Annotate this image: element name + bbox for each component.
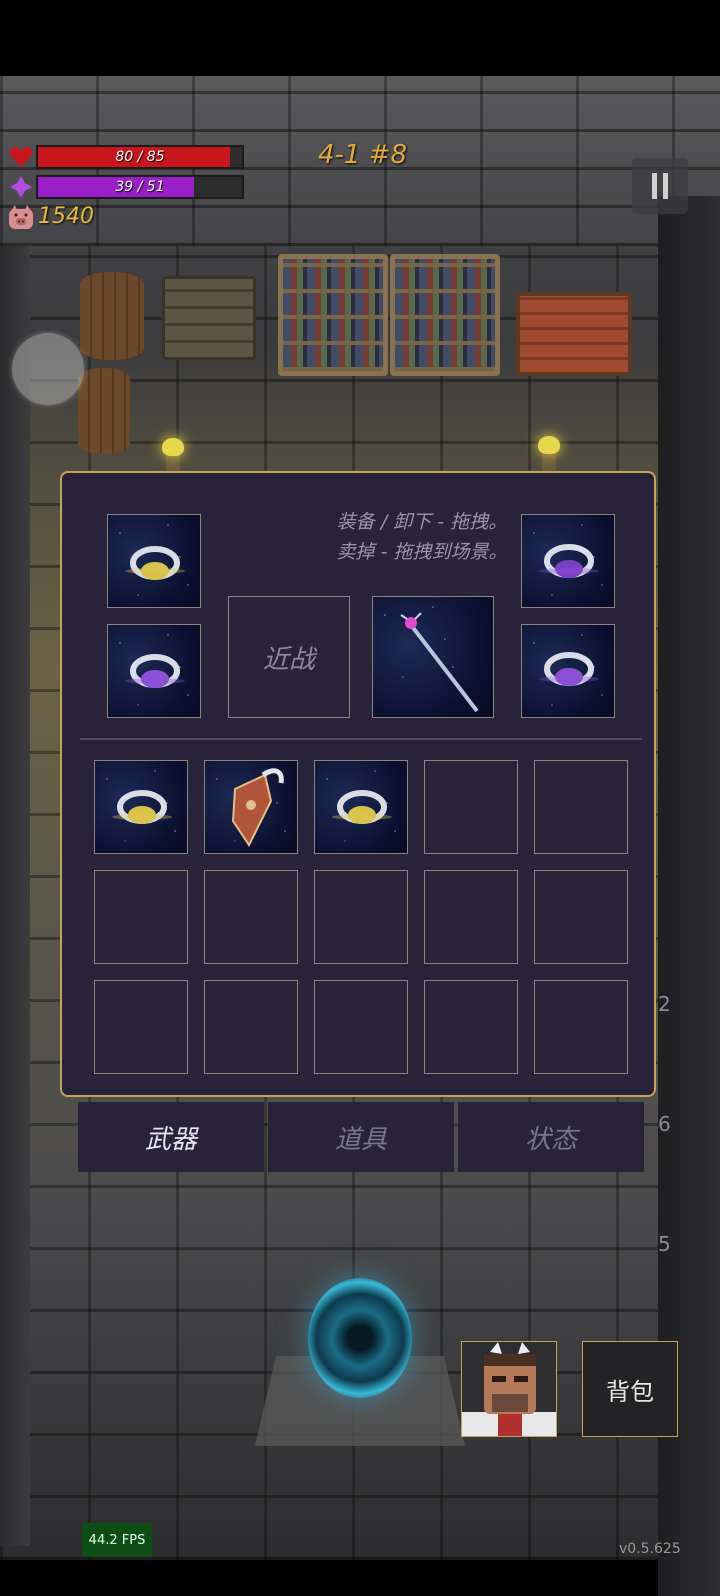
backpack-button[interactable]: 背包 (582, 1341, 678, 1437)
ring-yellow-icon (112, 790, 172, 824)
virtual-joystick[interactable] (12, 333, 84, 405)
equip-slot-ring-top-right[interactable] (521, 514, 615, 608)
health-bar: 80 / 85 (36, 145, 244, 169)
bag-slot[interactable] (314, 870, 408, 964)
portal[interactable] (308, 1278, 412, 1398)
bag-slot[interactable] (424, 760, 518, 854)
ring-yellow-icon (125, 546, 185, 580)
gold-counter: 1540 (38, 204, 94, 229)
barrel (78, 368, 130, 454)
equip-slot-ring-top-left[interactable] (107, 514, 201, 608)
magic-staff-icon (400, 612, 479, 713)
ring-purple-icon (125, 654, 185, 688)
mana-bar: 39 / 51 (36, 175, 244, 199)
bookshelf (278, 254, 388, 376)
bag-slot[interactable] (94, 870, 188, 964)
mana-text: 39 / 51 (115, 179, 165, 195)
bag-slot[interactable] (204, 760, 298, 854)
heart-icon (8, 144, 34, 170)
version-label: v0.5.625 (619, 1541, 681, 1557)
tab-items[interactable]: 道具 (268, 1102, 454, 1172)
bag-slot[interactable] (314, 760, 408, 854)
ring-yellow-icon (332, 790, 392, 824)
equip-slot-ring-bottom-right[interactable] (521, 624, 615, 718)
health-text: 80 / 85 (115, 149, 165, 165)
bag-slot[interactable] (534, 980, 628, 1074)
pig-coin-icon (7, 205, 35, 231)
left-wall (0, 246, 30, 1546)
panel-divider (80, 738, 642, 740)
bag-slot[interactable] (204, 980, 298, 1074)
tab-weapons[interactable]: 武器 (78, 1102, 264, 1172)
bag-slot[interactable] (534, 760, 628, 854)
ring-purple-icon (539, 652, 599, 686)
crate (162, 276, 256, 360)
winged-shield-icon (231, 768, 284, 847)
bag-slot[interactable] (94, 760, 188, 854)
bag-slot[interactable] (94, 980, 188, 1074)
bag-slot[interactable] (424, 980, 518, 1074)
pause-icon (663, 173, 668, 199)
pause-icon (652, 173, 657, 199)
fps-counter: 44.2 FPS (82, 1523, 152, 1557)
equip-slot-ring-bottom-left[interactable] (107, 624, 201, 718)
bag-slot[interactable] (424, 870, 518, 964)
ring-purple-icon (539, 544, 599, 578)
weapon-slot[interactable] (372, 596, 494, 718)
side-counter: 5 (658, 1232, 671, 1256)
side-counter: 6 (658, 1112, 671, 1136)
mana-bar-row: 39 / 51 (8, 174, 244, 200)
melee-weapon-slot[interactable]: 近战 (228, 596, 350, 718)
pause-button[interactable] (632, 158, 688, 214)
level-indicator: 4-1 #8 (318, 140, 408, 170)
bag-slot[interactable] (314, 980, 408, 1074)
bag-slot[interactable] (204, 870, 298, 964)
side-counter: 2 (658, 992, 671, 1016)
bookshelf (390, 254, 500, 376)
health-bar-row: 80 / 85 (8, 144, 244, 170)
tab-status[interactable]: 状态 (458, 1102, 644, 1172)
treasure-chest (516, 292, 632, 376)
character-avatar[interactable] (461, 1341, 557, 1437)
inventory-tabs: 武器 道具 状态 (78, 1102, 644, 1172)
mana-crystal-icon (8, 174, 34, 200)
hero-portrait-icon (462, 1342, 556, 1436)
bag-slot[interactable] (534, 870, 628, 964)
barrel (80, 272, 144, 360)
melee-label: 近战 (262, 644, 315, 675)
inventory-panel: 装备 / 卸下 - 拖拽。 卖掉 - 拖拽到场景。 近战 (60, 471, 656, 1097)
